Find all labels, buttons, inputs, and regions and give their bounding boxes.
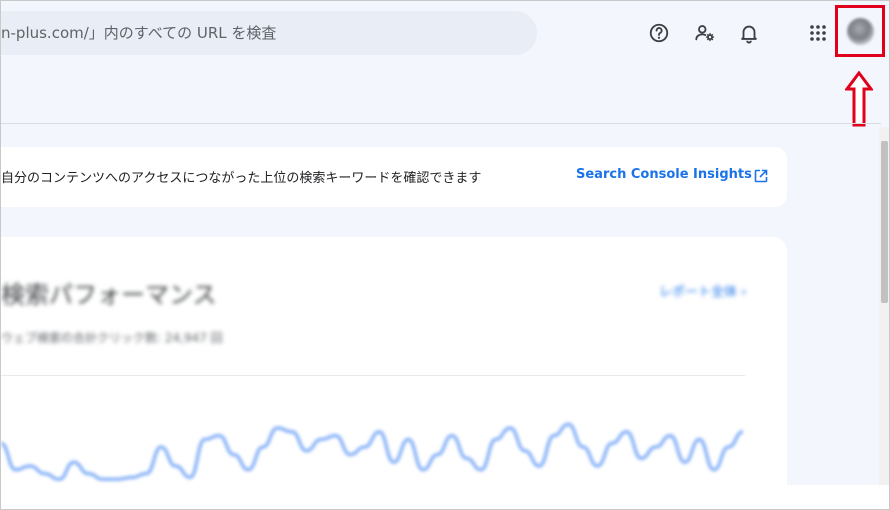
notifications-bell-icon (741, 25, 757, 44)
performance-line-chart (1, 422, 744, 482)
annotation-arrow-up-icon (845, 71, 873, 127)
scrollbar-thumb[interactable] (881, 141, 888, 303)
account-avatar[interactable] (847, 18, 874, 45)
manage-users-button[interactable] (689, 17, 721, 49)
search-console-insights-card: 自分のコンテンツへのアクセスにつながった上位の検索キーワードを確認できます Se… (1, 147, 787, 207)
bottom-strip (1, 485, 889, 509)
performance-title: 検索パフォーマンス (1, 281, 217, 309)
clicks-series-line (1, 422, 744, 482)
notifications-button[interactable] (733, 17, 765, 49)
app-window: 自分のコンテンツへのアクセスにつながった上位の検索キーワードを確認できます Se… (0, 0, 890, 510)
total-clicks-summary: ウェブ検索の合計クリック数: 24,947 回 (1, 331, 223, 345)
google-apps-button[interactable] (802, 17, 834, 49)
help-button[interactable] (643, 17, 675, 49)
help-circle-icon (649, 23, 669, 43)
full-report-link[interactable]: レポート全体 › (659, 281, 746, 300)
manage-users-icon (695, 25, 715, 42)
url-inspection-search-bar[interactable] (1, 11, 537, 55)
search-console-insights-link[interactable]: Search Console Insights (576, 167, 752, 182)
url-inspection-input[interactable] (1, 11, 521, 55)
open-in-new-icon[interactable] (753, 168, 769, 184)
insights-description: 自分のコンテンツへのアクセスにつながった上位の検索キーワードを確認できます (1, 171, 482, 186)
apps-grid-icon (810, 25, 826, 41)
header-divider (1, 123, 881, 124)
account-avatar-highlight-box (835, 5, 885, 57)
chart-gridline (1, 375, 745, 376)
